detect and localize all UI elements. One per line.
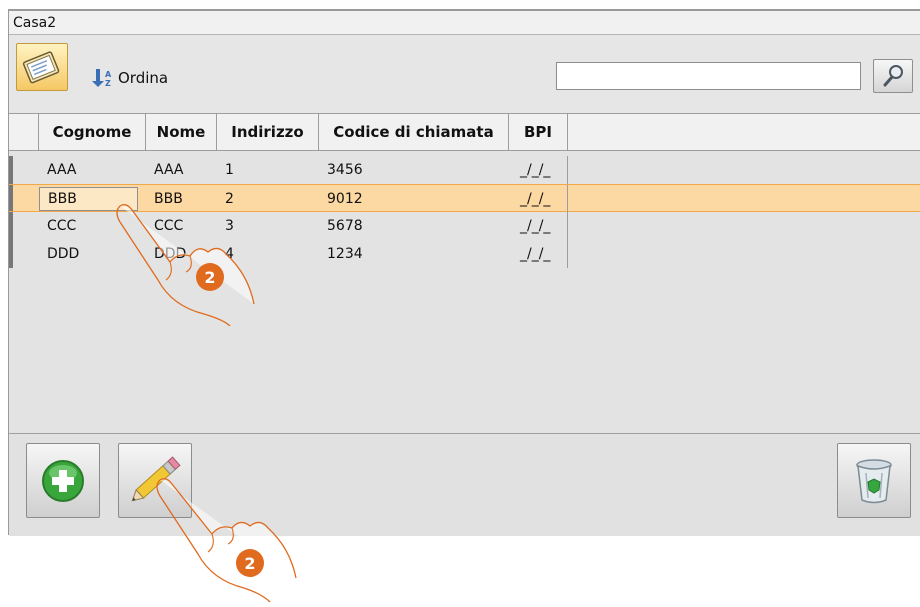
add-button[interactable] [26, 443, 100, 518]
sort-button[interactable]: A Z Ordina [90, 68, 168, 88]
column-header-cognome[interactable]: Cognome [39, 114, 146, 151]
row-marker [9, 240, 13, 268]
window-title: Casa2 [13, 15, 57, 31]
cell-bpi: _/_/_ [509, 240, 568, 268]
svg-text:A: A [105, 70, 112, 79]
cell-indirizzo: 1 [225, 162, 234, 178]
tap-gesture-hand-icon [108, 196, 258, 330]
cell-nome: AAA [154, 162, 184, 178]
cell-codice: 1234 [327, 246, 363, 262]
cell-cognome: AAA [47, 162, 77, 178]
action-bar [9, 433, 920, 536]
table-row[interactable]: AAA AAA 1 3456 _/_/_ [9, 156, 920, 184]
step-badge: 2 [196, 263, 224, 291]
cell-codice: 9012 [327, 191, 363, 207]
address-book-icon [22, 51, 60, 84]
column-header-nome[interactable]: Nome [146, 114, 217, 151]
cell-bpi: _/_/_ [509, 185, 568, 213]
step-badge: 2 [236, 549, 264, 577]
trash-icon [856, 459, 892, 504]
delete-button[interactable] [837, 443, 911, 518]
address-book-button[interactable] [16, 43, 68, 91]
search-icon [883, 65, 903, 87]
cell-codice: 3456 [327, 162, 363, 178]
search-input[interactable] [556, 62, 861, 90]
row-header-corner [9, 114, 39, 151]
row-marker [9, 212, 13, 240]
column-header-indirizzo[interactable]: Indirizzo [217, 114, 319, 151]
toolbar: A Z Ordina [9, 35, 920, 113]
sort-label: Ordina [118, 69, 169, 87]
row-marker [9, 156, 13, 184]
cell-codice: 5678 [327, 218, 363, 234]
search-button[interactable] [873, 59, 913, 93]
column-header-filler [568, 114, 920, 151]
sort-az-icon: A Z [92, 69, 112, 88]
svg-text:Z: Z [105, 79, 111, 88]
plus-icon [42, 460, 84, 502]
title-bar: Casa2 [9, 11, 920, 35]
cell-bpi: _/_/_ [509, 212, 568, 240]
column-header-codice[interactable]: Codice di chiamata [319, 114, 509, 151]
row-marker [9, 185, 13, 211]
cell-bpi: _/_/_ [509, 156, 568, 184]
tap-gesture-hand-icon [152, 472, 302, 607]
column-header-bpi[interactable]: BPI [509, 114, 568, 151]
